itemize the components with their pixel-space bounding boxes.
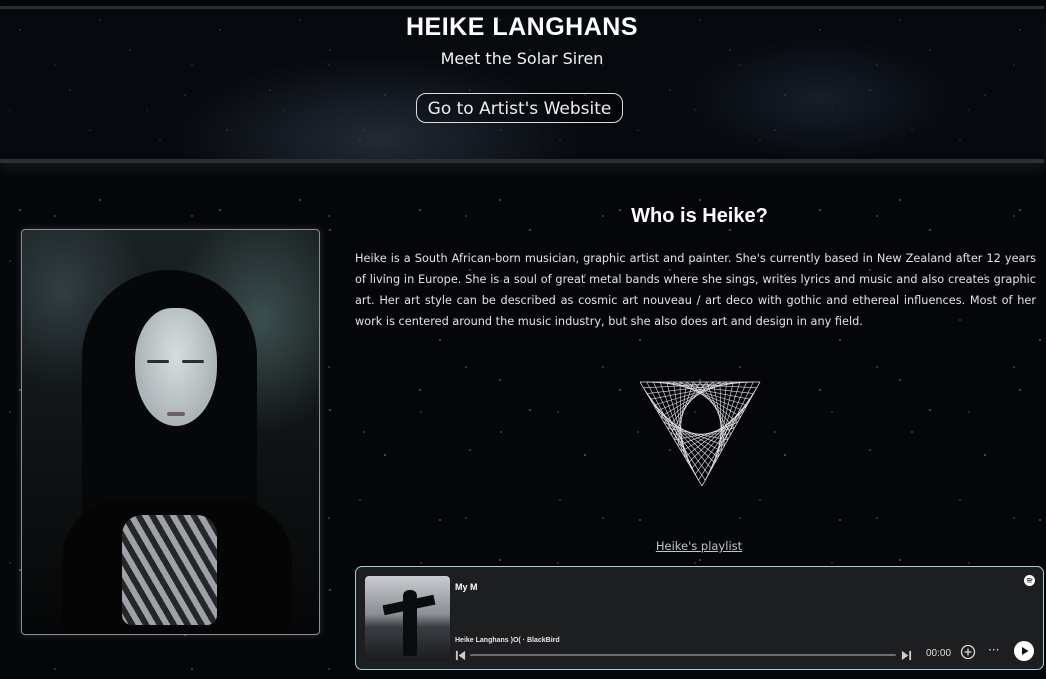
track-info[interactable]: Heike Langhans )O( · BlackBird: [455, 637, 560, 644]
bio-paragraph: Heike is a South African-born musician, …: [355, 252, 1036, 328]
progress-bar[interactable]: [470, 654, 896, 656]
more-options-icon[interactable]: ···: [988, 644, 1002, 659]
playlist-title[interactable]: My M: [455, 582, 478, 592]
spotify-player: My M Heike Langhans )O( · BlackBird 00:0…: [355, 566, 1044, 670]
page-header: HEIKE LANGHANS Meet the Solar Siren Go t…: [0, 6, 1044, 163]
geometric-triangle-logo-icon: [639, 381, 761, 487]
page-subtitle: Meet the Solar Siren: [440, 49, 604, 68]
playlist-link[interactable]: Heike's playlist: [654, 539, 744, 553]
page-title: HEIKE LANGHANS: [405, 13, 638, 41]
artist-portrait-image: [21, 229, 320, 635]
add-circle-icon[interactable]: [960, 644, 976, 660]
artist-website-button[interactable]: Go to Artist's Website: [416, 93, 623, 123]
skip-previous-icon[interactable]: [455, 650, 466, 661]
play-icon[interactable]: [1014, 641, 1034, 661]
time-display: 00:00: [926, 648, 952, 659]
spotify-logo-icon[interactable]: [1024, 575, 1035, 586]
album-art[interactable]: [365, 576, 450, 661]
skip-next-icon[interactable]: [901, 650, 912, 661]
bio-heading: Who is Heike?: [631, 205, 768, 227]
